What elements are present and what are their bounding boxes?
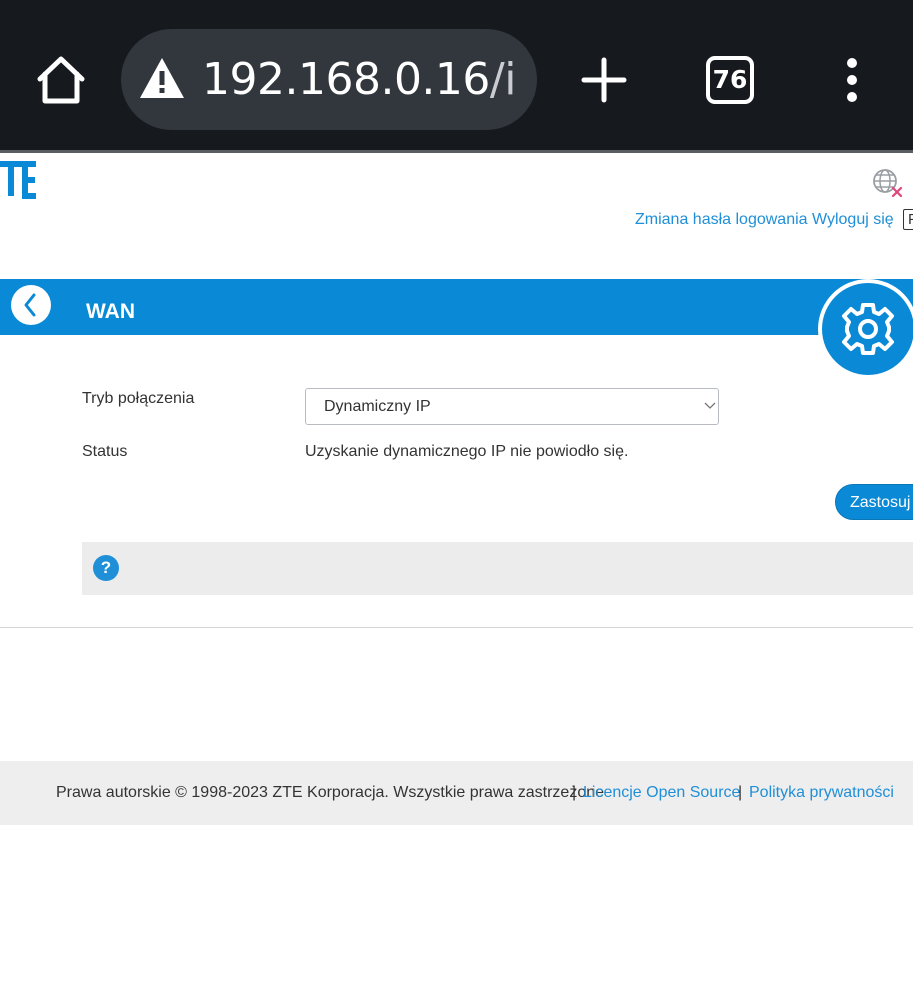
url-host: 192.168.0.16 [202, 54, 490, 105]
warning-icon[interactable] [138, 56, 186, 100]
cutoff-header-control[interactable]: P [903, 209, 913, 230]
home-icon[interactable] [34, 54, 88, 106]
chevron-left-icon [24, 293, 36, 317]
gear-icon [842, 303, 894, 355]
connection-mode-label: Tryb połączenia [82, 390, 195, 407]
zte-logo-mark [0, 161, 36, 199]
help-panel: ? [82, 542, 913, 595]
content-divider [0, 627, 913, 628]
page-title: WAN [86, 300, 135, 323]
page-title-bar [0, 279, 913, 335]
more-vertical-icon[interactable] [836, 56, 868, 104]
footer: Prawa autorskie © 1998-2023 ZTE Korporac… [0, 761, 913, 825]
globe-icon[interactable] [870, 167, 904, 199]
back-button[interactable] [11, 285, 51, 325]
help-icon[interactable]: ? [93, 555, 119, 581]
logout-link[interactable]: Wyloguj się [812, 208, 894, 232]
footer-copyright: Prawa autorskie © 1998-2023 ZTE Korporac… [56, 784, 605, 801]
privacy-policy-link[interactable]: Polityka prywatności [749, 782, 894, 804]
status-value: Uzyskanie dynamicznego IP nie powiodło s… [305, 443, 629, 460]
url-text[interactable]: 192.168.0.16/index [202, 51, 520, 109]
url-path: /index [489, 54, 520, 105]
address-bar[interactable]: 192.168.0.16/index [121, 29, 537, 130]
settings-button[interactable] [818, 279, 913, 379]
chevron-down-icon [704, 402, 716, 409]
apply-button[interactable]: Zastosuj [835, 484, 913, 520]
zte-logo [0, 152, 42, 212]
browser-toolbar: 192.168.0.16/index 76 [0, 0, 913, 153]
tab-switcher-button[interactable]: 76 [706, 56, 754, 104]
plus-icon[interactable] [580, 56, 628, 104]
connection-mode-select[interactable]: Dynamiczny IP [305, 388, 719, 425]
status-label: Status [82, 443, 128, 460]
change-password-link[interactable]: Zmiana hasła logowania [635, 208, 808, 232]
toolbar-divider [0, 150, 913, 153]
footer-separator: | [572, 784, 577, 801]
open-source-licenses-link[interactable]: Licencje Open Source [583, 782, 740, 804]
header-links: Zmiana hasła logowania Wyloguj się [0, 208, 913, 232]
footer-separator: | [738, 784, 743, 801]
connection-mode-value: Dynamiczny IP [324, 398, 431, 415]
